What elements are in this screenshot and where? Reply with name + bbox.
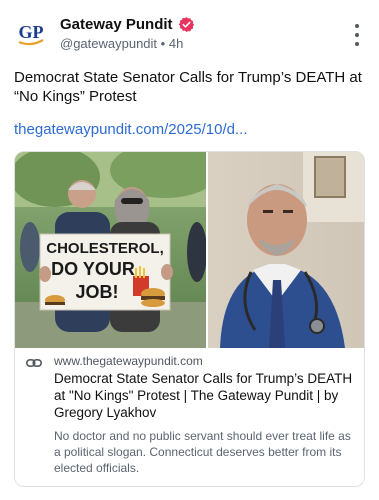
card-photo: CHOLESTEROL, DO YOUR JOB! [15,152,364,348]
account-names: Gateway Pundit @gatewaypundit • 4h [60,14,195,51]
timestamp[interactable]: 4h [169,36,183,51]
more-dot [355,33,359,37]
handle-row: @gatewaypundit • 4h [60,36,195,51]
separator: • [160,36,166,51]
card-domain: www.thegatewaypundit.com [54,354,203,368]
sign-line-1: CHOLESTEROL, [46,240,164,257]
more-dot [355,24,359,28]
post-text: Democrat State Senator Calls for Trump’s… [14,69,362,105]
more-vertical-icon[interactable] [349,24,365,46]
avatar[interactable]: GP [14,16,48,50]
link-preview-card[interactable]: CHOLESTEROL, DO YOUR JOB! www.thegateway… [14,151,365,487]
sign-line-3: JOB! [75,282,118,302]
card-image[interactable]: CHOLESTEROL, DO YOUR JOB! [15,152,364,348]
verified-badge-icon [178,16,194,32]
more-dot [355,42,359,46]
card-description: No doctor and no public servant should e… [54,429,351,475]
display-name[interactable]: Gateway Pundit [60,16,173,33]
sign-line-2: DO YOUR [51,259,135,279]
gateway-pundit-logo: GP [14,16,48,50]
post-link[interactable]: thegatewaypundit.com/2025/10/d... [14,120,365,139]
post-header: GP Gateway Pundit @gatewaypundit • 4h [14,12,365,56]
logo-text: GP [19,22,44,42]
card-title[interactable]: Democrat State Senator Calls for Trump’s… [54,370,357,421]
link-chain-icon [26,358,42,368]
handle[interactable]: @gatewaypundit [60,36,157,51]
